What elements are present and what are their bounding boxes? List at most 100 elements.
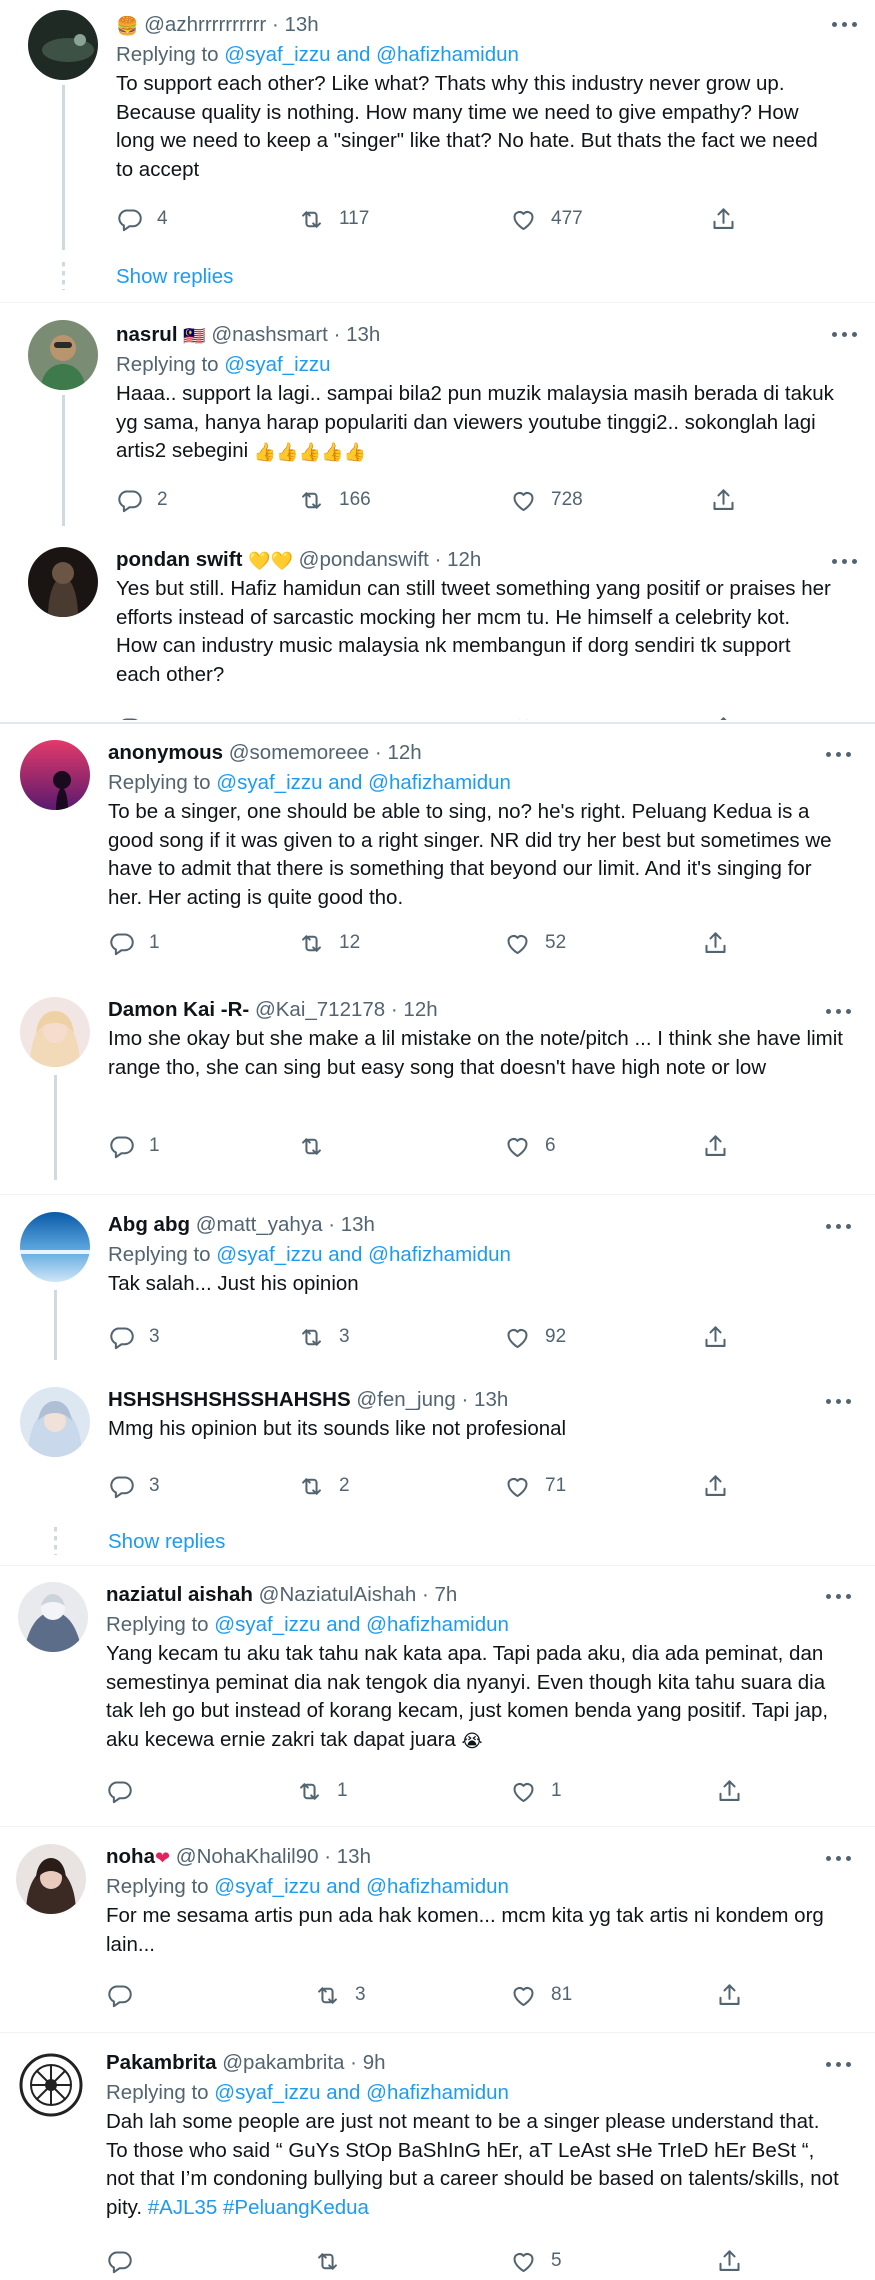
display-name[interactable]: pondan swift — [116, 548, 242, 571]
mention-link[interactable]: @syaf_izzu — [216, 1243, 322, 1266]
reply-button[interactable]: 3 — [108, 1471, 160, 1501]
display-name[interactable]: Abg abg — [108, 1213, 190, 1236]
like-button[interactable] — [510, 713, 537, 720]
timestamp[interactable]: 13h — [346, 323, 380, 346]
avatar[interactable] — [20, 1387, 90, 1457]
share-button[interactable] — [702, 928, 729, 958]
mention-link[interactable]: @hafizhamidun — [366, 2081, 509, 2104]
tweet[interactable]: naziatul aishah @NaziatulAishah · 7h Rep… — [0, 1580, 875, 1810]
display-name[interactable]: HSHSHSHSHSSHAHSHS — [108, 1388, 351, 1411]
retweet-button[interactable]: 3 — [314, 1980, 366, 2010]
timestamp[interactable]: 13h — [337, 1845, 371, 1868]
reply-button[interactable]: 1 — [108, 928, 160, 958]
mention-link[interactable]: @hafizhamidun — [368, 1243, 511, 1266]
display-name[interactable]: anonymous — [108, 741, 223, 764]
mention-link[interactable]: @syaf_izzu — [214, 2081, 320, 2104]
timestamp[interactable]: 13h — [341, 1213, 375, 1236]
like-button[interactable]: 71 — [504, 1471, 566, 1501]
share-button[interactable] — [710, 485, 737, 515]
more-options-icon[interactable] — [826, 1586, 856, 1606]
user-handle[interactable]: @NohaKhalil90 — [176, 1845, 319, 1868]
mention-link[interactable]: @hafizhamidun — [366, 1875, 509, 1898]
user-handle[interactable]: @somemoreee — [229, 741, 369, 764]
mention-link[interactable]: @syaf_izzu — [216, 771, 322, 794]
like-button[interactable]: 728 — [510, 485, 583, 515]
timestamp[interactable]: 13h — [285, 13, 319, 36]
mention-link[interactable]: @syaf_izzu — [214, 1613, 320, 1636]
tweet[interactable]: noha❤ @NohaKhalil90 · 13h Replying to @s… — [0, 1842, 875, 2027]
reply-button[interactable] — [106, 1980, 147, 2010]
display-name[interactable]: nasrul — [116, 323, 178, 346]
display-name[interactable]: Pakambrita — [106, 2051, 217, 2074]
avatar[interactable] — [20, 1212, 90, 1282]
tweet[interactable]: Pakambrita @pakambrita · 9h Replying to … — [0, 2048, 875, 2280]
mention-link[interactable]: @hafizhamidun — [376, 43, 519, 66]
more-options-icon[interactable] — [832, 14, 862, 34]
like-button[interactable]: 52 — [504, 928, 566, 958]
more-options-icon[interactable] — [826, 2054, 856, 2074]
more-options-icon[interactable] — [826, 1391, 856, 1411]
reply-button[interactable] — [106, 2246, 147, 2276]
reply-button[interactable] — [116, 713, 143, 720]
retweet-button[interactable] — [314, 2246, 355, 2276]
user-handle[interactable]: @pakambrita — [222, 2051, 344, 2074]
display-name[interactable]: noha — [106, 1845, 155, 1868]
tweet[interactable]: anonymous @somemoreee · 12h Replying to … — [0, 738, 875, 968]
share-button[interactable] — [702, 1131, 729, 1161]
retweet-button[interactable]: 3 — [298, 1322, 350, 1352]
show-replies-link[interactable]: Show replies — [108, 1527, 225, 1557]
timestamp[interactable]: 12h — [447, 548, 481, 571]
like-button[interactable]: 5 — [510, 2246, 562, 2276]
mention-link[interactable]: @syaf_izzu — [224, 353, 330, 376]
share-button[interactable] — [716, 1980, 743, 2010]
tweet[interactable]: Abg abg @matt_yahya · 13h Replying to @s… — [0, 1210, 875, 1360]
more-options-icon[interactable] — [826, 1216, 856, 1236]
mention-link[interactable]: @hafizhamidun — [368, 771, 511, 794]
timestamp[interactable]: 7h — [434, 1583, 457, 1606]
like-button[interactable]: 6 — [504, 1131, 556, 1161]
user-handle[interactable]: @nashsmart — [211, 323, 328, 346]
share-button[interactable] — [710, 713, 737, 720]
hashtag-link[interactable]: #AJL35 — [148, 2196, 218, 2219]
avatar[interactable] — [28, 10, 98, 80]
avatar[interactable] — [16, 1844, 86, 1914]
user-handle[interactable]: @Kai_712178 — [255, 998, 385, 1021]
share-button[interactable] — [716, 1776, 743, 1806]
share-button[interactable] — [716, 2246, 743, 2276]
reply-button[interactable]: 1 — [108, 1131, 160, 1161]
user-handle[interactable]: @pondanswift — [299, 548, 429, 571]
display-name[interactable]: Damon Kai -R- — [108, 998, 249, 1021]
avatar[interactable] — [28, 320, 98, 390]
avatar[interactable] — [20, 997, 90, 1067]
avatar[interactable] — [18, 1582, 88, 1652]
avatar[interactable] — [16, 2050, 86, 2120]
more-options-icon[interactable] — [826, 1848, 856, 1868]
reply-button[interactable]: 3 — [108, 1322, 160, 1352]
retweet-button[interactable]: 117 — [298, 204, 369, 234]
like-button[interactable]: 477 — [510, 204, 583, 234]
retweet-button[interactable]: 2 — [298, 1471, 350, 1501]
retweet-button[interactable]: 166 — [298, 485, 371, 515]
more-options-icon[interactable] — [826, 744, 856, 764]
mention-link[interactable]: @hafizhamidun — [366, 1613, 509, 1636]
share-button[interactable] — [702, 1322, 729, 1352]
reply-button[interactable]: 4 — [116, 204, 168, 234]
user-handle[interactable]: @NaziatulAishah — [259, 1583, 417, 1606]
tweet[interactable]: nasrul 🇲🇾 @nashsmart · 13h Replying to @… — [0, 310, 875, 526]
like-button[interactable]: 1 — [510, 1776, 562, 1806]
share-button[interactable] — [710, 204, 737, 234]
timestamp[interactable]: 13h — [474, 1388, 508, 1411]
user-handle[interactable]: @matt_yahya — [196, 1213, 323, 1236]
more-options-icon[interactable] — [826, 1001, 856, 1021]
mention-link[interactable]: @syaf_izzu — [224, 43, 330, 66]
like-button[interactable]: 92 — [504, 1322, 566, 1352]
more-options-icon[interactable] — [832, 551, 862, 571]
timestamp[interactable]: 12h — [403, 998, 437, 1021]
avatar[interactable] — [28, 547, 98, 617]
like-button[interactable]: 81 — [510, 1980, 572, 2010]
reply-button[interactable] — [106, 1776, 147, 1806]
tweet[interactable]: Damon Kai -R- @Kai_712178 · 12h Imo she … — [0, 995, 875, 1180]
tweet[interactable]: HSHSHSHSHSSHAHSHS @fen_jung · 13h Mmg hi… — [0, 1385, 875, 1555]
user-handle[interactable]: @fen_jung — [356, 1388, 455, 1411]
retweet-button[interactable]: 12 — [298, 928, 360, 958]
